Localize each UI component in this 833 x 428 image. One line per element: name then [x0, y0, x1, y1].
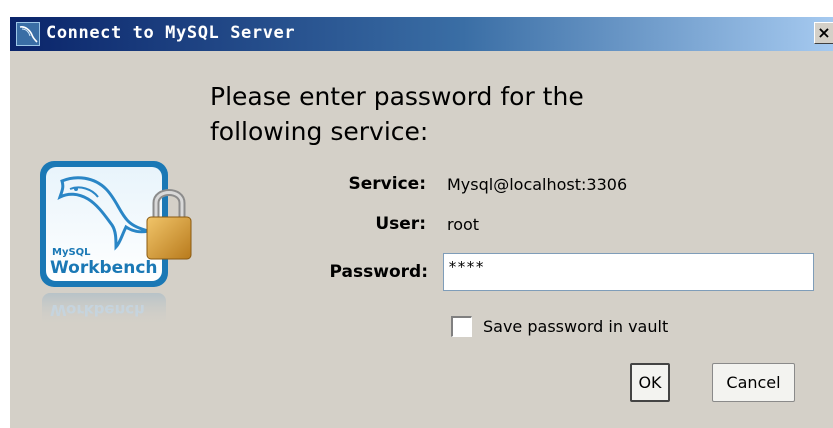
- service-value: Mysql@localhost:3306: [447, 175, 628, 194]
- user-label: User:: [375, 214, 426, 234]
- prompt-heading: Please enter password for the following …: [210, 79, 730, 149]
- password-label: Password:: [329, 262, 428, 282]
- service-label: Service:: [348, 174, 426, 194]
- logo-brand-big: Workbench: [50, 258, 158, 278]
- save-password-label[interactable]: Save password in vault: [483, 317, 668, 336]
- prompt-heading-line1: Please enter password for the: [210, 82, 584, 111]
- prompt-heading-line2: following service:: [210, 117, 429, 146]
- connect-dialog: Connect to MySQL Server × Please enter p…: [9, 17, 833, 428]
- app-icon: [16, 22, 40, 46]
- user-value: root: [447, 215, 480, 234]
- save-password-checkbox[interactable]: [451, 316, 472, 337]
- padlock-icon: [146, 189, 192, 260]
- close-icon[interactable]: ×: [814, 22, 833, 44]
- title-bar[interactable]: Connect to MySQL Server ×: [10, 17, 833, 51]
- cancel-button[interactable]: Cancel: [712, 363, 795, 402]
- password-field[interactable]: ****: [443, 253, 814, 291]
- logo-reflection-text: Workbench: [50, 301, 145, 319]
- logo-brand-small: MySQL: [52, 247, 91, 258]
- mysql-workbench-logo-icon: MySQL Workbench Workbench: [36, 159, 196, 329]
- ok-button[interactable]: OK: [630, 363, 670, 402]
- window-title: Connect to MySQL Server: [46, 23, 296, 43]
